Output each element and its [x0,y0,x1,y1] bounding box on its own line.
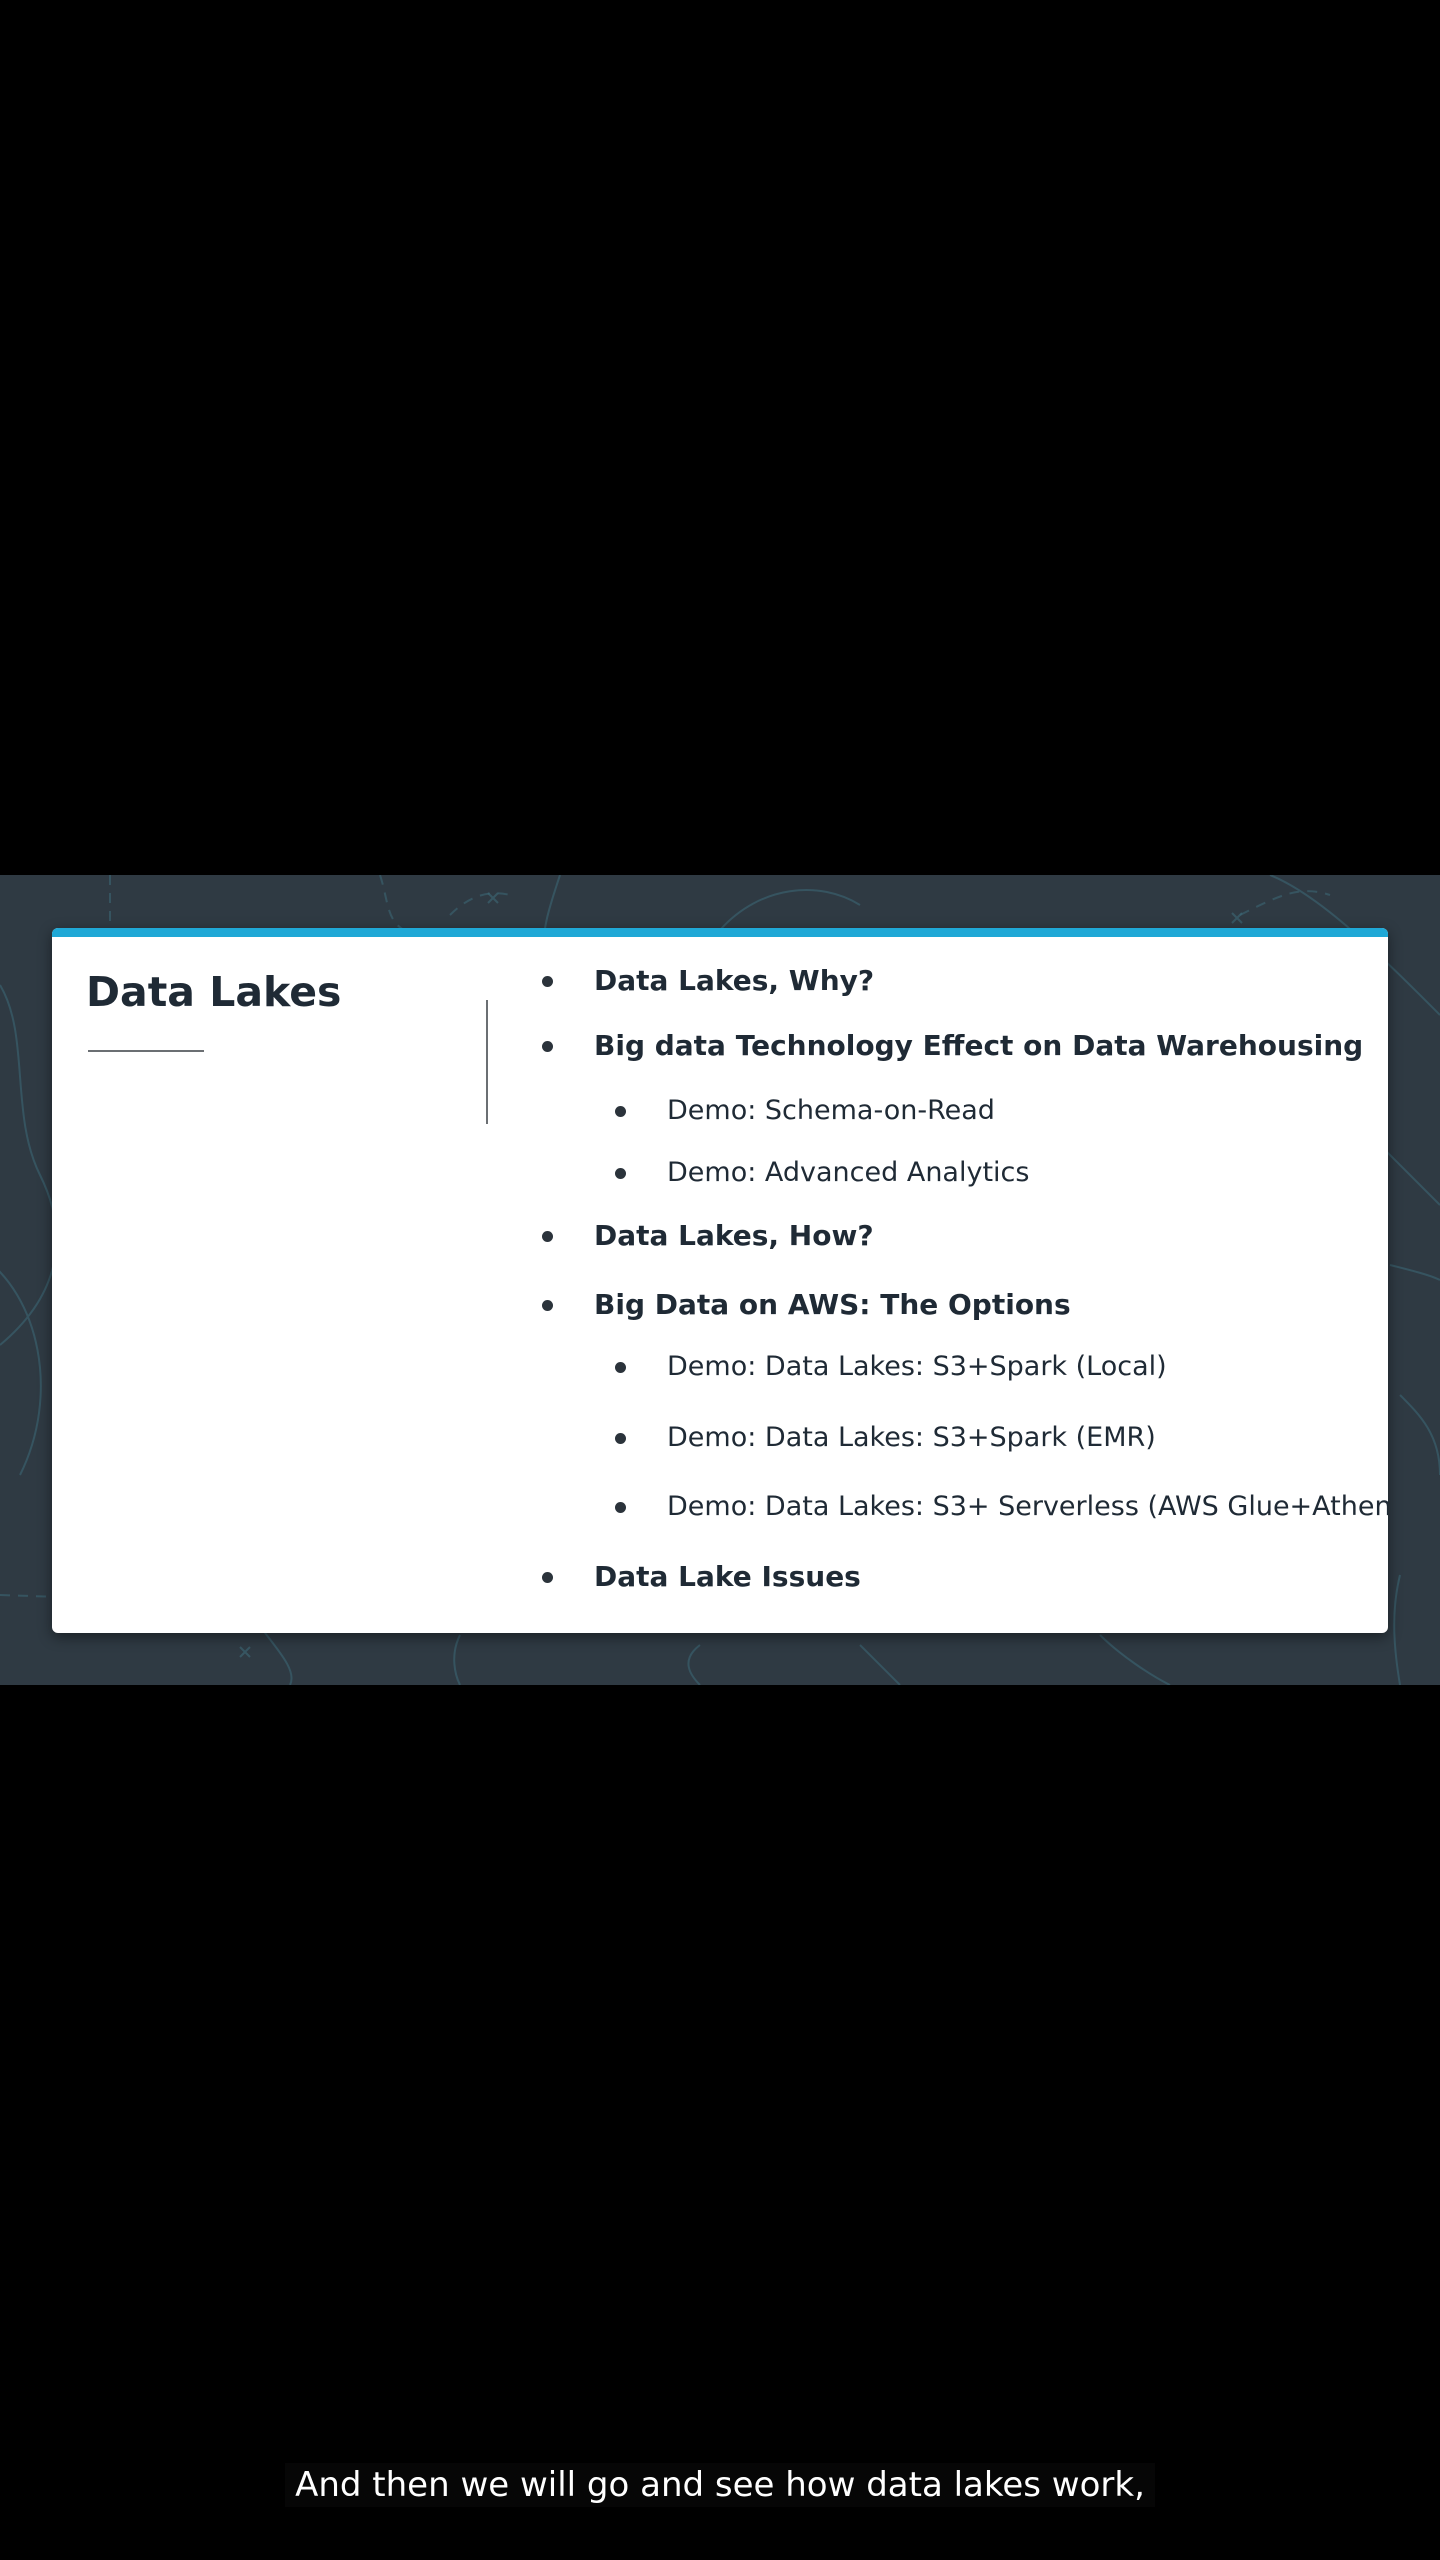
bullet-icon [615,1432,626,1444]
bullet-icon [542,1040,553,1052]
list-item: Demo: Advanced Analytics [615,1157,1029,1188]
bullet-list: Data Lakes, Why? Big data Technology Eff… [52,928,1388,1633]
subtitle-caption: And then we will go and see how data lak… [0,2463,1440,2507]
list-item-text: Demo: Schema-on-Read [667,1095,995,1126]
list-item-text: Demo: Data Lakes: S3+Spark (EMR) [667,1422,1156,1453]
bullet-icon [615,1501,626,1513]
video-frame: Data Lakes Data Lakes, Why? Big data Tec… [0,875,1440,1685]
list-item-text: Data Lakes, How? [594,1219,874,1252]
list-item-text: Big data Technology Effect on Data Wareh… [594,1029,1364,1062]
list-item-text: Demo: Data Lakes: S3+Spark (Local) [667,1351,1167,1382]
list-item-text: Data Lake Issues [594,1560,861,1593]
list-item: Demo: Data Lakes: S3+Spark (EMR) [615,1422,1156,1453]
list-item-text: Demo: Data Lakes: S3+ Serverless (AWS Gl… [667,1491,1388,1522]
list-item: Data Lake Issues [542,1560,861,1593]
list-item: Data Lakes, How? [542,1219,874,1252]
caption-text: And then we will go and see how data lak… [285,2463,1155,2507]
list-item-text: Data Lakes, Why? [594,964,875,997]
bullet-icon [615,1105,626,1117]
slide-card: Data Lakes Data Lakes, Why? Big data Tec… [52,928,1388,1633]
bullet-icon [542,1230,553,1242]
list-item-text: Demo: Advanced Analytics [667,1157,1030,1188]
list-item: Big data Technology Effect on Data Wareh… [542,1029,1363,1062]
list-item: Big Data on AWS: The Options [542,1288,1071,1321]
list-item: Demo: Data Lakes: S3+ Serverless (AWS Gl… [615,1491,1388,1522]
list-item: Data Lakes, Why? [542,964,874,997]
list-item: Demo: Schema-on-Read [615,1095,995,1126]
list-item: Demo: Data Lakes: S3+Spark (Local) [615,1351,1167,1382]
bullet-icon [542,1571,553,1583]
bullet-icon [615,1167,626,1179]
bullet-icon [542,975,553,987]
bullet-icon [615,1361,626,1373]
bullet-icon [542,1299,553,1311]
list-item-text: Big Data on AWS: The Options [594,1288,1071,1321]
